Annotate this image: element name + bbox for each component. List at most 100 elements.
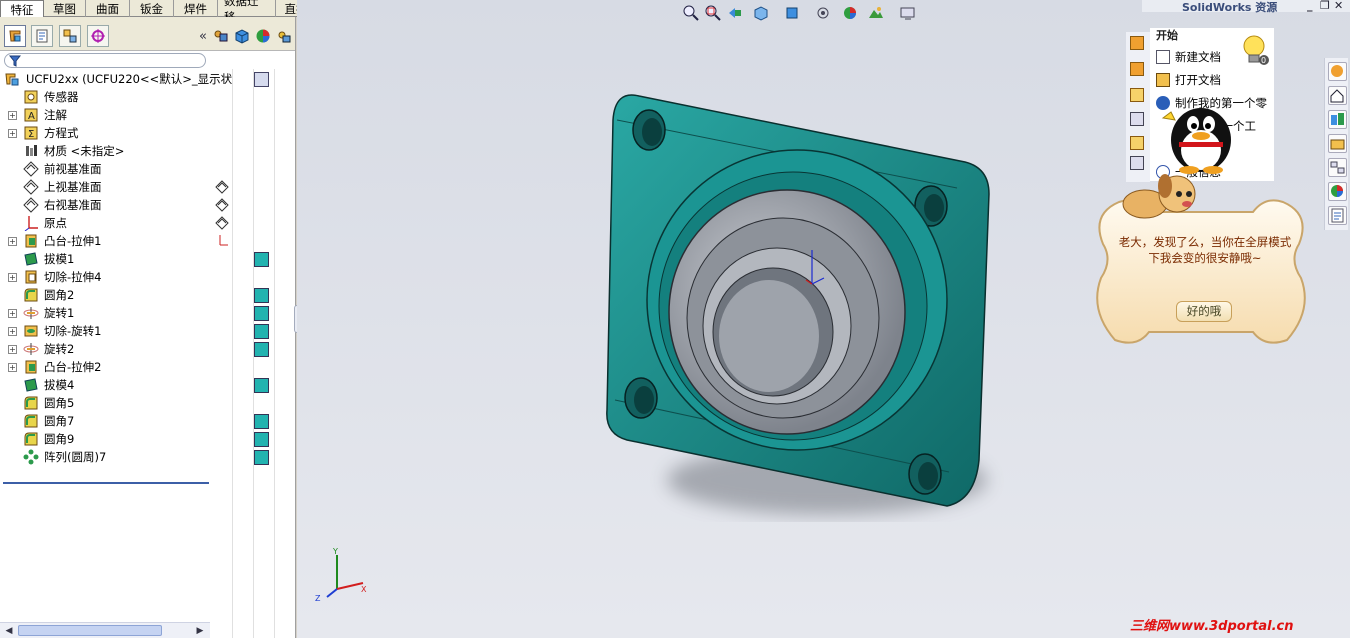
close-icon[interactable]: ✕ (1334, 0, 1343, 12)
scroll-right-icon[interactable]: ▶ (194, 625, 206, 637)
tab-1[interactable]: 草图 (44, 0, 86, 17)
tree-item[interactable]: 阵列(圆周)7 (0, 448, 210, 466)
plane-visibility-icon[interactable] (215, 216, 229, 230)
tree-item[interactable]: 拔模1 (0, 250, 210, 268)
equation-icon: Σ (23, 125, 39, 141)
tree-item[interactable]: + A 注解 (0, 106, 210, 124)
collapse-panel-icon[interactable]: « (194, 27, 212, 45)
tree-item[interactable]: + Σ 方程式 (0, 124, 210, 142)
tree-item[interactable]: 拔模4 (0, 376, 210, 394)
design-library-tab-icon[interactable] (1328, 110, 1347, 129)
expand-icon[interactable]: + (8, 345, 17, 354)
expand-icon[interactable]: + (8, 363, 17, 372)
scene-icon[interactable] (275, 27, 293, 45)
feature-filter-input[interactable] (4, 53, 206, 68)
tree-item[interactable]: 材质 <未指定> (0, 142, 210, 160)
previous-view-icon[interactable] (726, 4, 744, 22)
new-document-link[interactable]: 新建文档 (1156, 48, 1221, 66)
graphics-area[interactable]: Y X Z SolidWorks 资源 _ ❐ ✕ 开始 新建文档 打开文档 制… (297, 0, 1350, 638)
section-view-icon[interactable] (752, 4, 770, 22)
display-state-cell[interactable] (254, 432, 269, 447)
draft-icon (23, 251, 39, 267)
configuration-manager-tab[interactable] (59, 25, 81, 47)
zoom-to-fit-icon[interactable] (682, 4, 700, 22)
property-manager-tab[interactable] (31, 25, 53, 47)
tab-4[interactable]: 焊件 (174, 0, 218, 17)
expand-icon[interactable]: + (8, 111, 17, 120)
plane-visibility-icon[interactable] (215, 198, 229, 212)
tree-item[interactable]: + 凸台-拉伸1 (0, 232, 210, 250)
restore-icon[interactable]: ❐ (1320, 0, 1330, 12)
tree-root[interactable]: UCFU2xx (UCFU220<<默认>_显示状 (0, 70, 232, 88)
expand-icon[interactable]: + (8, 309, 17, 318)
tab-5[interactable]: 数据迁移 (218, 0, 276, 24)
revolve-icon (23, 305, 39, 321)
display-state-cell[interactable] (254, 414, 269, 429)
tree-item[interactable]: 上视基准面 (0, 178, 210, 196)
appearance-icon[interactable] (254, 27, 272, 45)
minimize-icon[interactable]: _ (1307, 0, 1313, 12)
hide-show-icon[interactable] (233, 27, 251, 45)
zoom-area-icon[interactable] (704, 4, 722, 22)
tree-item[interactable]: + 切除-旋转1 (0, 322, 210, 340)
plane-visibility-icon[interactable] (215, 180, 229, 194)
tab-0[interactable]: 特征 (0, 0, 44, 18)
tree-item[interactable]: 右视基准面 (0, 196, 210, 214)
display-pane-icon[interactable] (212, 27, 230, 45)
display-state-cell[interactable] (254, 252, 269, 267)
appearances-tab-icon[interactable] (1328, 182, 1347, 201)
property-manager-icon (36, 29, 48, 43)
edit-appearance-icon[interactable] (841, 4, 859, 22)
display-state-cell[interactable] (254, 450, 269, 465)
tab-3[interactable]: 钣金 (130, 0, 174, 17)
display-state-cell[interactable] (254, 306, 269, 321)
expand-icon[interactable]: + (8, 129, 17, 138)
open-document-link[interactable]: 打开文档 (1156, 71, 1221, 89)
display-state-cell[interactable] (254, 324, 269, 339)
scroll-left-icon[interactable]: ◀ (3, 625, 15, 637)
task-pane-heading: 开始 (1156, 29, 1178, 42)
tree-item[interactable]: 传感器 (0, 88, 210, 106)
tree-item[interactable]: 圆角2 (0, 286, 210, 304)
plane-icon (23, 197, 39, 213)
tree-item[interactable]: 圆角9 (0, 430, 210, 448)
tree-item[interactable]: 前视基准面 (0, 160, 210, 178)
bearing-housing-model[interactable] (597, 60, 1017, 560)
view-orientation-icon[interactable] (784, 4, 802, 22)
boss-extrude-icon (23, 233, 39, 249)
tab-2[interactable]: 曲面 (86, 0, 130, 17)
qq-penguin-icon[interactable] (1157, 98, 1247, 174)
apply-scene-icon[interactable] (867, 4, 885, 22)
expand-icon[interactable]: + (8, 327, 17, 336)
expand-icon[interactable]: + (8, 237, 17, 246)
task-pane-title-text: SolidWorks 资源 (1182, 1, 1278, 14)
tree-item[interactable]: + 切除-拉伸4 (0, 268, 210, 286)
tree-item[interactable]: 圆角7 (0, 412, 210, 430)
view-settings-icon[interactable] (899, 4, 917, 22)
display-state-cell[interactable] (254, 378, 269, 393)
origin-visibility-icon[interactable] (215, 234, 229, 248)
file-explorer-tab-icon[interactable] (1328, 134, 1347, 153)
view-palette-tab-icon[interactable] (1328, 158, 1347, 177)
revolve-icon (23, 341, 39, 357)
custom-properties-tab-icon[interactable] (1328, 206, 1347, 225)
expand-icon[interactable]: + (8, 273, 17, 282)
display-state-cell[interactable] (254, 342, 269, 357)
tree-item[interactable]: + 凸台-拉伸2 (0, 358, 210, 376)
scroll-thumb[interactable] (18, 625, 162, 636)
feature-tree-scrollbar[interactable]: ◀ ▶ (0, 622, 210, 638)
tree-item-label: 前视基准面 (44, 162, 102, 176)
dimxpert-manager-tab[interactable] (87, 25, 109, 47)
display-state-cell[interactable] (254, 288, 269, 303)
tree-item[interactable]: 原点 (0, 214, 210, 232)
feature-tree-tab[interactable] (4, 25, 26, 47)
rollback-bar[interactable] (3, 482, 209, 484)
tree-item[interactable]: + 旋转2 (0, 340, 210, 358)
tree-item[interactable]: + 旋转1 (0, 304, 210, 322)
display-state-cell[interactable] (254, 72, 269, 87)
home-tab-icon[interactable] (1328, 86, 1347, 105)
resources-tab-icon[interactable] (1328, 62, 1347, 81)
tree-item[interactable]: 圆角5 (0, 394, 210, 412)
display-style-icon[interactable] (814, 4, 832, 22)
popup-ok-button[interactable]: 好的哦 (1176, 301, 1232, 322)
